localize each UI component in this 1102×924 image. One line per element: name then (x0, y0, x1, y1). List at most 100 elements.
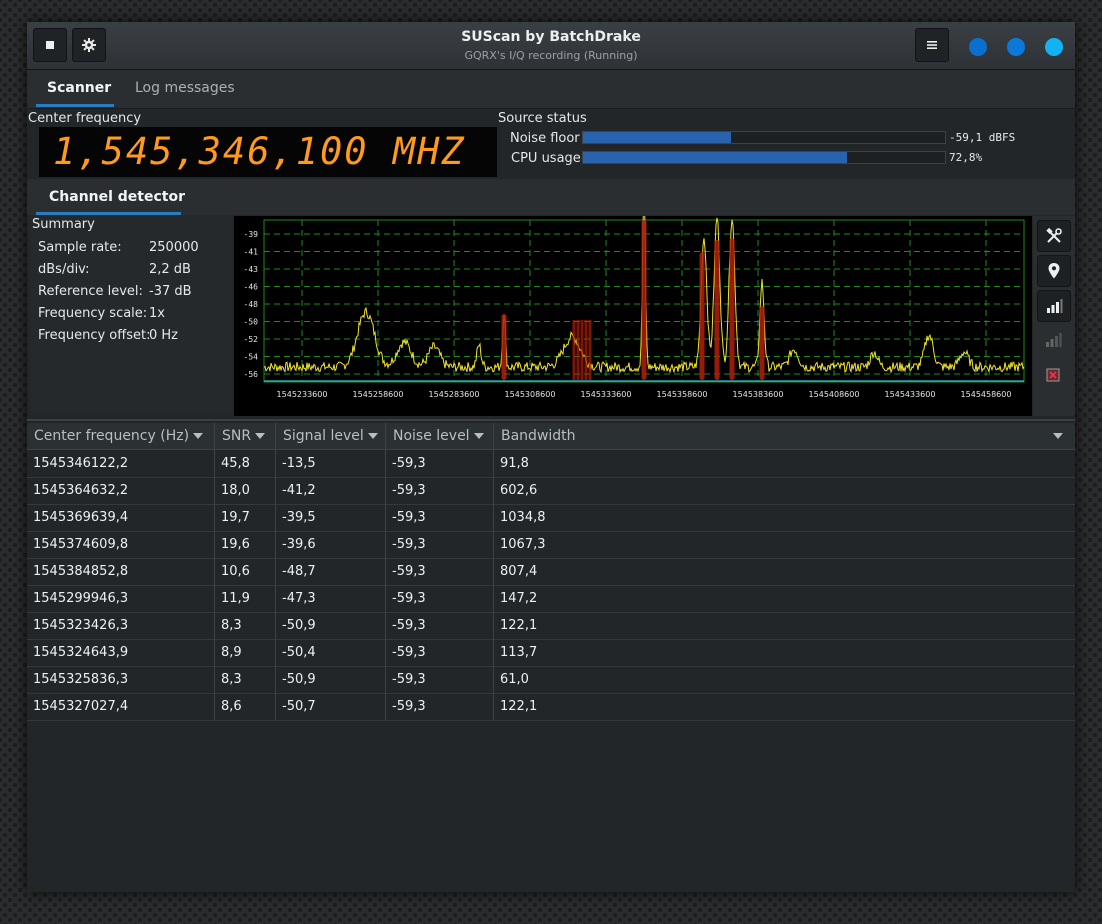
table-row[interactable]: 1545364632,2 18,0 -41,2 -59,3 602,6 (27, 477, 1075, 505)
table-cell: 1545364632,2 (27, 477, 215, 504)
cpu-usage-value: 72,8% (949, 151, 983, 164)
noise-floor-meter (582, 131, 946, 144)
source-status-title: Source status (498, 111, 587, 126)
y-tick-label: -46 (244, 283, 259, 292)
table-row[interactable]: 1545325836,3 8,3 -50,9 -59,3 61,0 (27, 666, 1075, 694)
table-cell: -47,3 (276, 585, 386, 612)
table-cell: -59,3 (386, 558, 494, 585)
clear-button[interactable] (1037, 360, 1069, 390)
column-header-signal-level[interactable]: Signal level (276, 423, 386, 449)
summary-reference-level-label: Reference level: (38, 284, 143, 299)
table-cell: 1545325836,3 (27, 666, 215, 693)
table-cell: 122,1 (500, 699, 538, 714)
table-cell: 113,7 (500, 645, 538, 660)
sort-arrow-icon (193, 433, 204, 439)
channel-detector-tab-bar: Channel detector (27, 179, 1075, 215)
cpu-usage-meter (582, 151, 946, 164)
summary-dbs-div-label: dBs/div: (38, 262, 90, 277)
table-cell: 18,0 (215, 477, 276, 504)
sort-arrow-icon (367, 433, 378, 439)
tools-button[interactable] (1037, 220, 1071, 252)
column-header-center-frequency[interactable]: Center frequency (Hz) (27, 423, 215, 449)
table-cell: -13,5 (276, 450, 386, 477)
channel-marker (714, 240, 720, 380)
active-tab-indicator (36, 104, 114, 107)
noise-floor-label: Noise floor (510, 131, 580, 146)
column-header-label: SNR (222, 428, 252, 444)
table-cell: 1545369639,4 (27, 504, 215, 531)
table-row[interactable]: 1545299946,3 11,9 -47,3 -59,3 147,2 (27, 585, 1075, 613)
noise-floor-value: -59,1 dBFS (949, 131, 1016, 144)
table-row[interactable]: 1545323426,3 8,3 -50,9 -59,3 122,1 (27, 612, 1075, 640)
maximize-button[interactable] (1007, 38, 1025, 56)
channel-marker (501, 314, 507, 380)
table-cell: -50,4 (276, 639, 386, 666)
tab-channel-detector[interactable]: Channel detector (49, 189, 185, 205)
signal-bars-dim-icon (1046, 333, 1062, 347)
spectrum-toolbar (1033, 216, 1075, 416)
table-cell: 8,3 (215, 612, 276, 639)
table-row[interactable]: 1545369639,4 19,7 -39,5 -59,3 1034,8 (27, 504, 1075, 532)
x-tick-label: 1545433600 (885, 390, 936, 399)
channel-marker (699, 252, 705, 380)
spectrum-view[interactable]: -39 -41 -43 -46 -48 -50 -52 -54 -56 1545233600 154… (234, 183, 1032, 416)
signal-levels-disabled-button[interactable] (1037, 325, 1069, 355)
column-header-noise-level[interactable]: Noise level (386, 423, 494, 449)
table-cell: 1545323426,3 (27, 612, 215, 639)
table-cell: 61,0 (500, 672, 529, 687)
x-tick-label: 1545283600 (429, 390, 480, 399)
table-cell: 19,7 (215, 504, 276, 531)
table-row[interactable]: 1545346122,2 45,8 -13,5 -59,3 91,8 (27, 450, 1075, 478)
table-cell: 45,8 (215, 450, 276, 477)
x-tick-label: 1545233600 (277, 390, 328, 399)
close-button[interactable] (1045, 38, 1063, 56)
y-tick-label: -41 (244, 248, 259, 257)
channel-marker (588, 320, 592, 380)
tools-icon (1046, 227, 1062, 243)
table-cell: -59,3 (386, 639, 494, 666)
column-header-label: Bandwidth (501, 428, 576, 444)
spectrum-plot[interactable]: -39 -41 -43 -46 -48 -50 -52 -54 -56 1545233600 154… (234, 183, 1032, 416)
table-row[interactable]: 1545327027,4 8,6 -50,7 -59,3 122,1 (27, 693, 1075, 721)
summary-frequency-scale-label: Frequency scale: (38, 306, 148, 321)
column-header-snr[interactable]: SNR (215, 423, 276, 449)
table-cell: -48,7 (276, 558, 386, 585)
tab-scanner[interactable]: Scanner (47, 80, 111, 96)
y-tick-label: -50 (244, 318, 259, 327)
table-cell: 1034,8 (500, 510, 546, 525)
channel-marker (580, 320, 584, 380)
hamburger-menu-icon (927, 41, 937, 49)
table-row[interactable]: 1545384852,8 10,6 -48,7 -59,3 807,4 (27, 558, 1075, 586)
column-header-bandwidth[interactable]: Bandwidth (494, 423, 1075, 449)
column-chooser-arrow-icon[interactable] (1053, 433, 1063, 439)
table-cell: -59,3 (386, 504, 494, 531)
minimize-button[interactable] (969, 38, 987, 56)
table-cell: 1545384852,8 (27, 558, 215, 585)
table-row[interactable]: 1545374609,8 19,6 -39,6 -59,3 1067,3 (27, 531, 1075, 559)
signal-levels-button[interactable] (1037, 290, 1071, 322)
menu-button[interactable] (915, 28, 949, 62)
summary-sample-rate-value: 250000 (149, 240, 199, 255)
frequency-display[interactable]: 1,545,346,100 MHZ (39, 127, 497, 177)
y-tick-label: -52 (244, 335, 259, 344)
channel-marker (641, 220, 647, 380)
table-header: Center frequency (Hz) SNR Signal level N… (27, 423, 1075, 450)
summary-frequency-offset-value: 0 Hz (149, 328, 179, 343)
column-header-label: Noise level (393, 428, 470, 444)
table-cell: 1067,3 (500, 537, 546, 552)
x-tick-label: 1545383600 (733, 390, 784, 399)
table-cell: -39,5 (276, 504, 386, 531)
marker-button[interactable] (1037, 255, 1071, 287)
summary-panel: Summary Sample rate: 250000 dBs/div: 2,2… (30, 215, 233, 415)
table-cell: 1545324643,9 (27, 639, 215, 666)
tab-log-messages[interactable]: Log messages (135, 80, 235, 96)
table-cell: 8,9 (215, 639, 276, 666)
column-header-label: Center frequency (Hz) (34, 428, 190, 444)
table-cell: -50,9 (276, 666, 386, 693)
channel-marker (759, 306, 765, 380)
cpu-usage-label: CPU usage (511, 151, 581, 166)
y-tick-label: -39 (244, 230, 259, 239)
location-pin-icon (1048, 263, 1060, 279)
table-cell: -59,3 (386, 585, 494, 612)
table-row[interactable]: 1545324643,9 8,9 -50,4 -59,3 113,7 (27, 639, 1075, 667)
